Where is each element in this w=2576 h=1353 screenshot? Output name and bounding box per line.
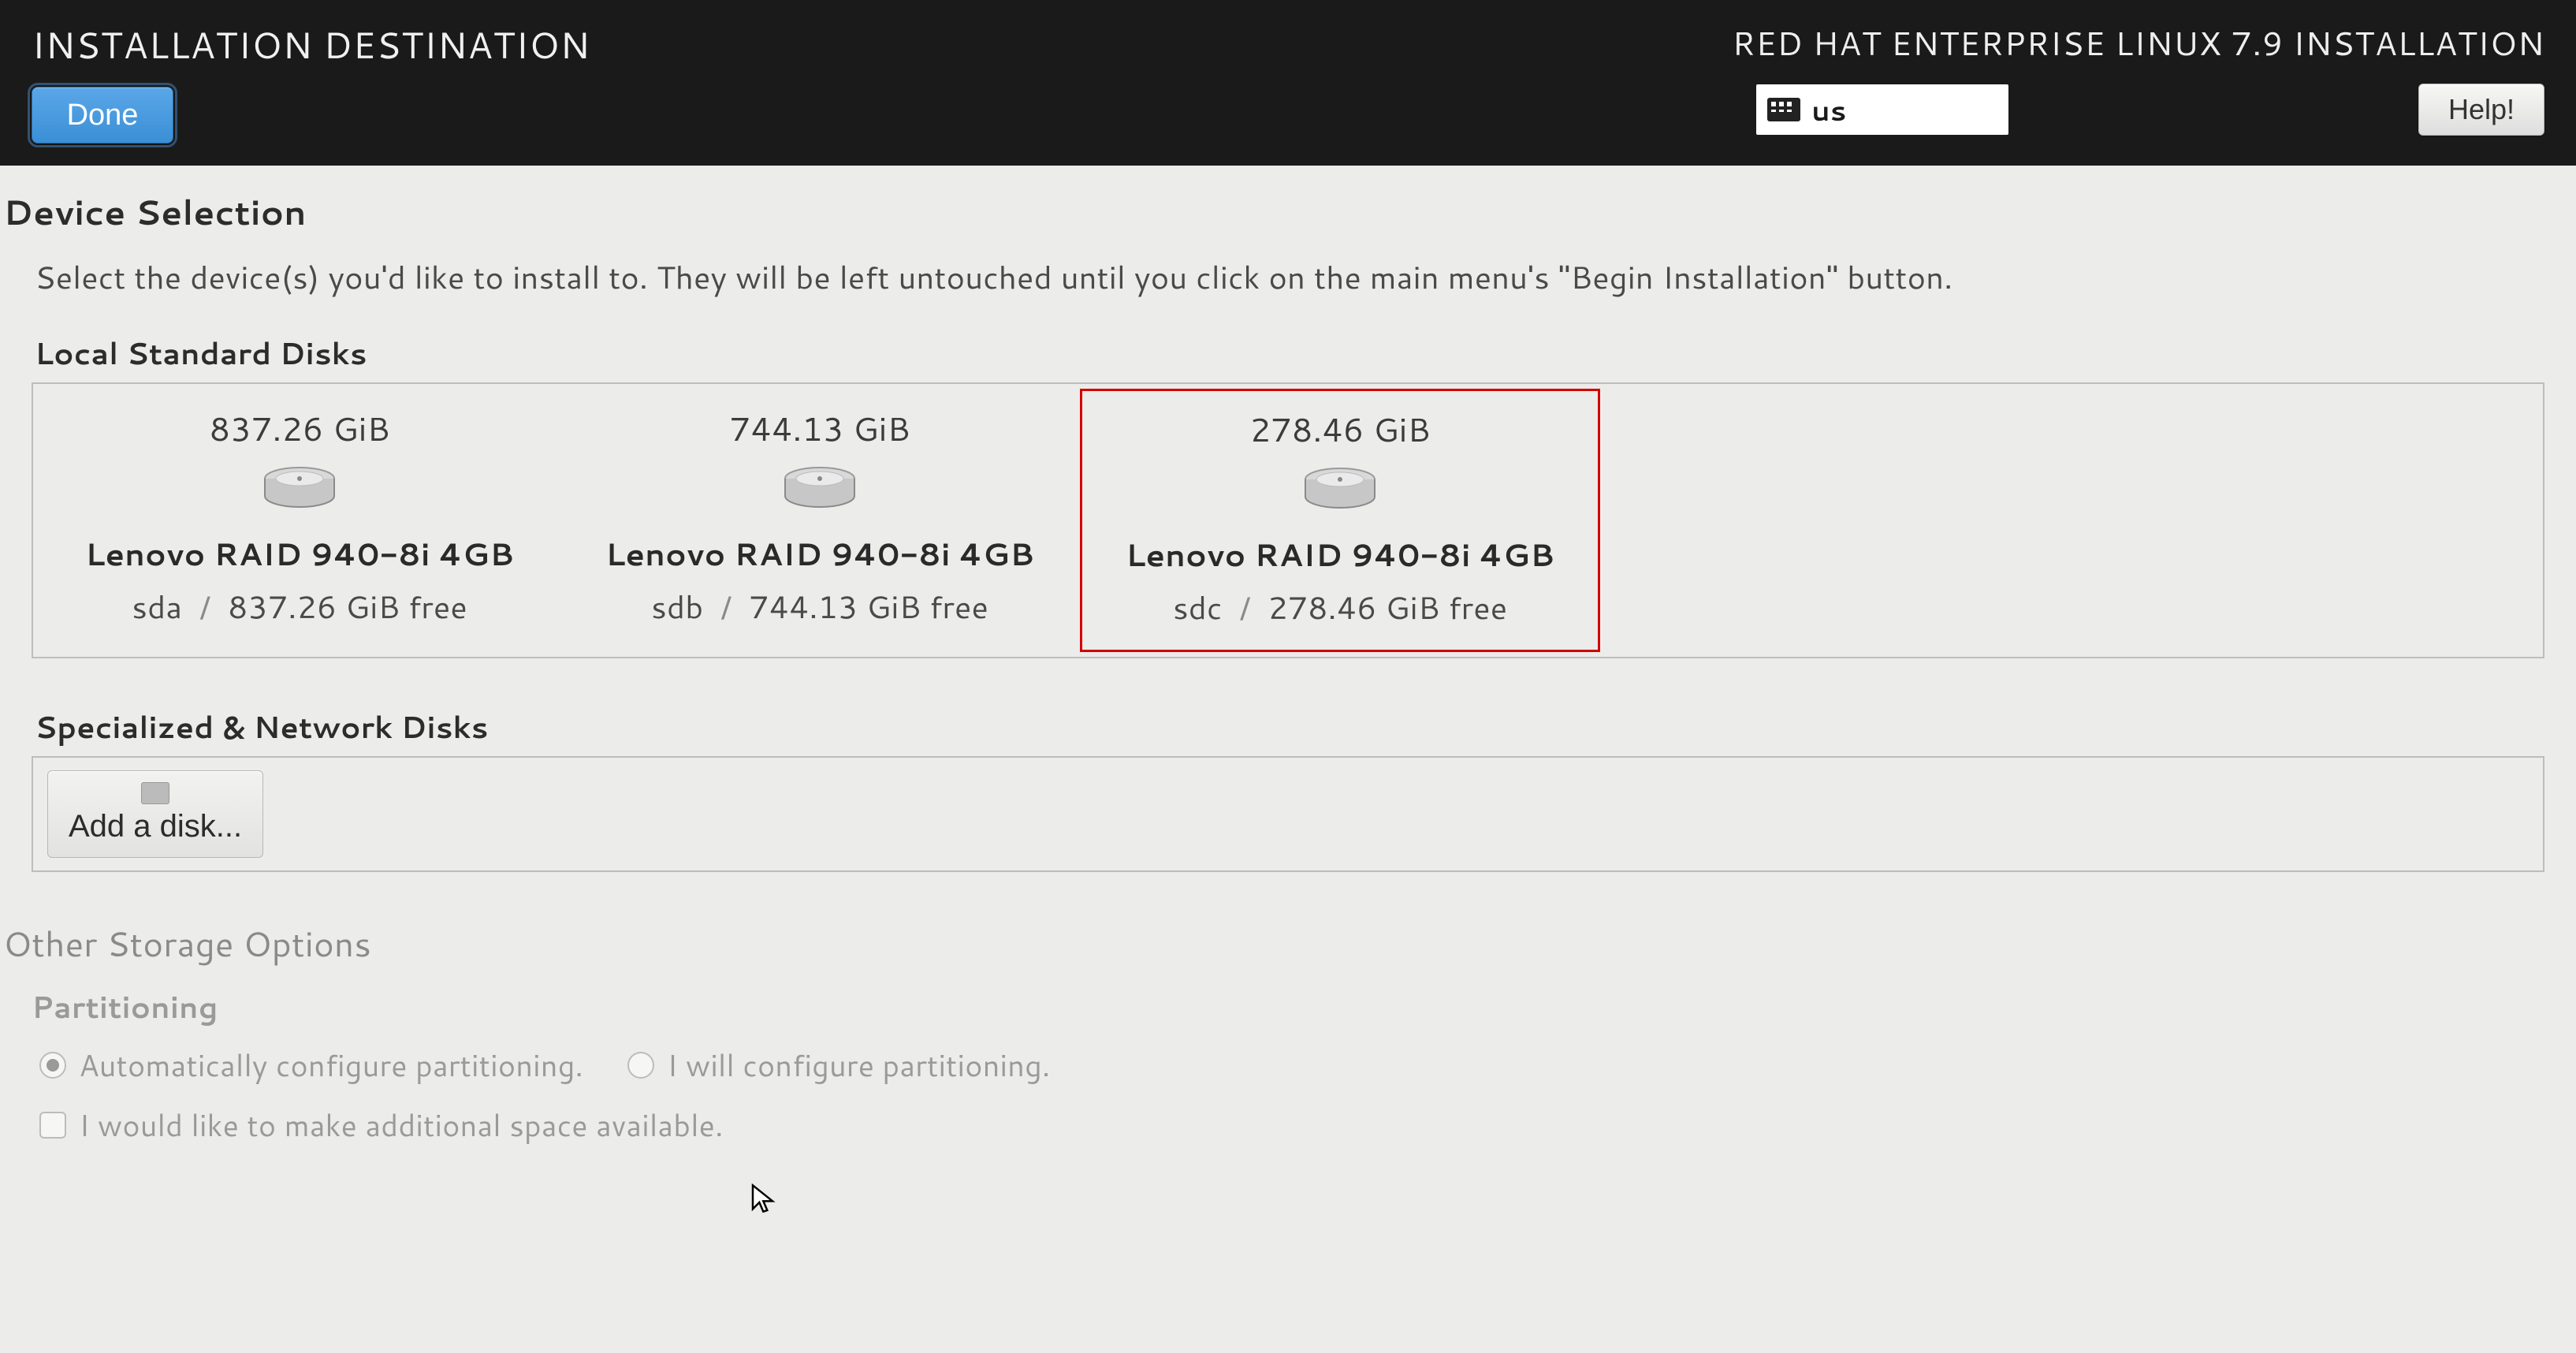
installer-title: RED HAT ENTERPRISE LINUX 7.9 INSTALLATIO… <box>1732 19 2544 66</box>
disk-card-sda[interactable]: 837.26 GiB Lenovo RAID 940-8i 4GB sda / … <box>39 389 560 652</box>
disk-name: Lenovo RAID 940-8i 4GB <box>574 531 1066 576</box>
other-storage-options-title: Other Storage Options <box>0 872 2576 975</box>
network-disks-label: Specialized & Network Disks <box>0 658 2576 756</box>
device-selection-description: Select the device(s) you'd like to insta… <box>0 244 2576 313</box>
disk-name: Lenovo RAID 940-8i 4GB <box>54 531 545 576</box>
disk-free: 837.26 GiB free <box>228 583 467 628</box>
device-selection-title: Device Selection <box>0 188 2576 244</box>
disk-size: 744.13 GiB <box>574 404 1066 452</box>
disk-free: 744.13 GiB free <box>749 583 988 628</box>
add-disk-label: Add a disk... <box>69 809 242 844</box>
hard-drive-icon <box>1301 464 1379 516</box>
local-disks-area: 837.26 GiB Lenovo RAID 940-8i 4GB sda / … <box>32 382 2544 658</box>
radio-manual-partition[interactable] <box>627 1052 654 1079</box>
radio-manual-partition-label: I will configure partitioning. <box>667 1044 1050 1086</box>
keyboard-icon <box>1767 98 1800 121</box>
disk-subtext: sda / 837.26 GiB free <box>54 583 545 628</box>
disk-card-sdb[interactable]: 744.13 GiB Lenovo RAID 940-8i 4GB sdb / … <box>560 389 1080 652</box>
keyboard-layout-label: us <box>1811 90 1846 130</box>
disk-subtext: sdc / 278.46 GiB free <box>1095 584 1585 629</box>
disk-free: 278.46 GiB free <box>1268 584 1507 629</box>
body: Device Selection Select the device(s) yo… <box>0 166 2576 1146</box>
disk-card-sdc[interactable]: 278.46 GiB Lenovo RAID 940-8i 4GB sdc / … <box>1080 389 1600 652</box>
disk-name: Lenovo RAID 940-8i 4GB <box>1095 531 1585 576</box>
separator: / <box>712 583 749 628</box>
network-disks-area: Add a disk... <box>32 756 2544 872</box>
disk-subtext: sdb / 744.13 GiB free <box>574 583 1066 628</box>
disk-size: 837.26 GiB <box>54 404 545 452</box>
disk-size: 278.46 GiB <box>1095 405 1585 453</box>
header-row2: us Help! <box>1756 84 2544 136</box>
local-disks-label: Local Standard Disks <box>0 313 2576 382</box>
disk-dev: sdc <box>1173 584 1223 629</box>
free-space-row: I would like to make additional space av… <box>0 1093 2576 1146</box>
hard-drive-icon <box>260 463 339 515</box>
done-button[interactable]: Done <box>32 87 173 144</box>
partitioning-label: Partitioning <box>0 975 2576 1036</box>
disk-small-icon <box>141 782 169 804</box>
radio-auto-partition-label: Automatically configure partitioning. <box>79 1044 583 1086</box>
header-right: RED HAT ENTERPRISE LINUX 7.9 INSTALLATIO… <box>1732 19 2544 136</box>
header-bar: INSTALLATION DESTINATION Done RED HAT EN… <box>0 0 2576 166</box>
mouse-cursor-icon <box>749 1183 780 1214</box>
radio-auto-partition[interactable] <box>39 1052 66 1079</box>
disk-dev: sda <box>132 583 182 628</box>
partitioning-radio-row: Automatically configure partitioning. I … <box>0 1036 2576 1093</box>
hard-drive-icon <box>780 463 859 515</box>
checkbox-free-space[interactable] <box>39 1112 66 1139</box>
keyboard-layout-indicator[interactable]: us <box>1756 84 2008 135</box>
add-disk-button[interactable]: Add a disk... <box>47 770 263 858</box>
disk-dev: sdb <box>651 583 703 628</box>
header-left: INSTALLATION DESTINATION Done <box>32 19 590 144</box>
separator: / <box>191 583 228 628</box>
help-button[interactable]: Help! <box>2418 84 2544 136</box>
separator: / <box>1230 584 1268 629</box>
checkbox-free-space-label: I would like to make additional space av… <box>79 1104 724 1146</box>
page-title: INSTALLATION DESTINATION <box>32 19 590 71</box>
